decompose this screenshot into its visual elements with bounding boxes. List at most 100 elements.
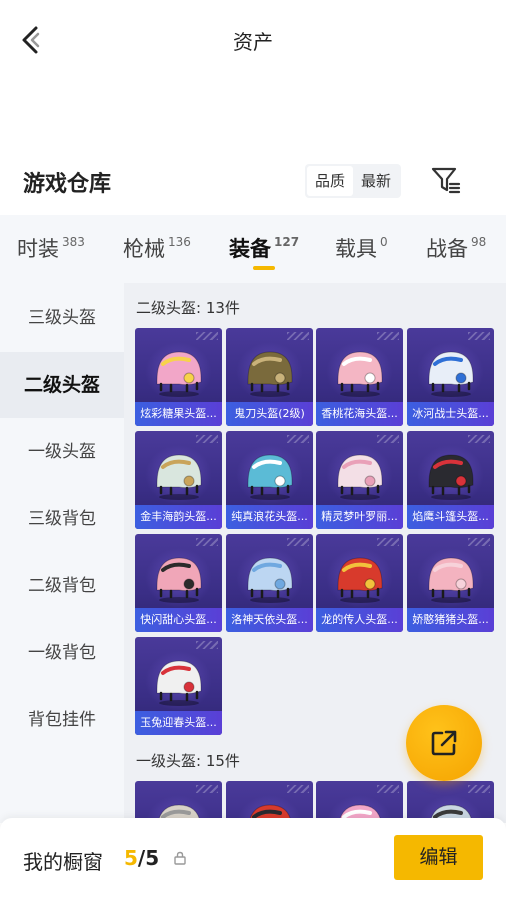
card-stripe bbox=[196, 332, 218, 340]
tab-label: 载具 bbox=[335, 237, 377, 261]
helmet-card[interactable]: 洛神天依头盔... bbox=[226, 534, 313, 632]
helmet-card[interactable] bbox=[407, 781, 494, 823]
helmet-icon bbox=[156, 557, 202, 603]
helmet-card[interactable]: 炫彩糖果头盔... bbox=[135, 328, 222, 426]
helmet-icon bbox=[156, 351, 202, 397]
card-stripe bbox=[377, 785, 399, 793]
helmet-card[interactable]: 焰鹰斗篷头盔... bbox=[407, 431, 494, 529]
helmet-name: 纯真浪花头盔... bbox=[226, 505, 313, 529]
lock-icon bbox=[174, 851, 186, 865]
helmet-icon bbox=[247, 557, 293, 603]
card-stripe bbox=[377, 332, 399, 340]
tab-count: 136 bbox=[168, 235, 191, 249]
helmet-icon bbox=[337, 351, 383, 397]
tab-count: 127 bbox=[274, 235, 300, 249]
sort-newest-button[interactable]: 最新 bbox=[353, 166, 399, 196]
card-stripe bbox=[468, 785, 490, 793]
helmet-card[interactable] bbox=[226, 781, 313, 823]
card-stripe bbox=[468, 435, 490, 443]
tab-equipment[interactable]: 装备 127 bbox=[229, 233, 299, 263]
helmet-icon bbox=[156, 660, 202, 706]
warehouse-title: 游戏仓库 bbox=[23, 172, 112, 197]
sort-quality-button[interactable]: 品质 bbox=[307, 166, 354, 196]
showcase-current: 5 bbox=[124, 846, 138, 870]
filter-button[interactable] bbox=[430, 164, 462, 196]
helmet-icon bbox=[428, 454, 474, 500]
helmet-card[interactable]: 精灵梦叶罗丽... bbox=[316, 431, 403, 529]
card-stripe bbox=[377, 435, 399, 443]
tab-count: 0 bbox=[380, 235, 388, 249]
showcase-label: 我的橱窗 bbox=[23, 850, 103, 874]
helmet-icon bbox=[247, 454, 293, 500]
tab-label: 枪械 bbox=[123, 237, 165, 261]
top-bar: 资产 bbox=[0, 0, 506, 80]
tab-count: 383 bbox=[62, 235, 85, 249]
page: 资产 游戏仓库 品质 最新 时装 383 枪械 136 装备 127 载具 0 战备 98… bbox=[0, 0, 506, 897]
tab-vehicles[interactable]: 载具 0 bbox=[335, 233, 388, 263]
helmet-name: 快闪甜心头盔... bbox=[135, 608, 222, 632]
helmet-name: 娇憨猪猪头盔... bbox=[407, 608, 494, 632]
helmet-card[interactable] bbox=[135, 781, 222, 823]
helmet-icon bbox=[337, 557, 383, 603]
helmet-name: 香桃花海头盔... bbox=[316, 402, 403, 426]
share-button[interactable] bbox=[406, 705, 482, 781]
tab-label: 装备 bbox=[229, 237, 271, 261]
tab-label: 时装 bbox=[17, 237, 59, 261]
card-stripe bbox=[287, 785, 309, 793]
helmet-name: 鬼刀头盔(2级) bbox=[226, 402, 313, 426]
helmet-icon bbox=[428, 351, 474, 397]
helmet-name: 玉兔迎春头盔... bbox=[135, 711, 222, 735]
sidebar-item-backpack-pendant[interactable]: 背包挂件 bbox=[0, 687, 124, 753]
helmet-name: 炫彩糖果头盔... bbox=[135, 402, 222, 426]
sidebar: 三级头盔 二级头盔 一级头盔 三级背包 二级背包 一级背包 背包挂件 bbox=[0, 283, 124, 823]
section-title: 一级头盔: 15件 bbox=[136, 752, 240, 770]
sort-toggle: 品质 最新 bbox=[305, 164, 402, 198]
helmet-card[interactable]: 纯真浪花头盔... bbox=[226, 431, 313, 529]
sidebar-item-level3-helmet[interactable]: 三级头盔 bbox=[0, 285, 124, 351]
helmet-name: 焰鹰斗篷头盔... bbox=[407, 505, 494, 529]
tab-weapons[interactable]: 枪械 136 bbox=[123, 233, 191, 263]
helmet-card[interactable] bbox=[316, 781, 403, 823]
card-stripe bbox=[196, 641, 218, 649]
card-stripe bbox=[196, 538, 218, 546]
helmet-name: 龙的传人头盔... bbox=[316, 608, 403, 632]
showcase-count: 5/5 bbox=[124, 846, 159, 870]
helmet-icon bbox=[247, 351, 293, 397]
sidebar-item-level3-backpack[interactable]: 三级背包 bbox=[0, 486, 124, 552]
card-stripe bbox=[287, 538, 309, 546]
helmet-card[interactable]: 快闪甜心头盔... bbox=[135, 534, 222, 632]
helmet-card[interactable]: 金丰海韵头盔... bbox=[135, 431, 222, 529]
helmet-card[interactable]: 娇憨猪猪头盔... bbox=[407, 534, 494, 632]
sidebar-item-level1-backpack[interactable]: 一级背包 bbox=[0, 620, 124, 686]
filter-icon bbox=[431, 167, 461, 194]
sidebar-item-level1-helmet[interactable]: 一级头盔 bbox=[0, 419, 124, 485]
card-stripe bbox=[377, 538, 399, 546]
showcase-total: /5 bbox=[137, 846, 160, 870]
helmet-icon bbox=[156, 454, 202, 500]
helmet-card[interactable]: 鬼刀头盔(2级) bbox=[226, 328, 313, 426]
tab-fashion[interactable]: 时装 383 bbox=[17, 233, 85, 263]
card-stripe bbox=[196, 435, 218, 443]
tab-supplies[interactable]: 战备 98 bbox=[426, 233, 486, 263]
category-tabs: 时装 383 枪械 136 装备 127 载具 0 战备 98 bbox=[0, 215, 506, 283]
helmet-card[interactable]: 玉兔迎春头盔... bbox=[135, 637, 222, 735]
section-title: 二级头盔: 13件 bbox=[136, 299, 240, 317]
sidebar-item-level2-backpack[interactable]: 二级背包 bbox=[0, 553, 124, 619]
helmet-name: 洛神天依头盔... bbox=[226, 608, 313, 632]
edit-button[interactable]: 编辑 bbox=[394, 835, 483, 880]
sidebar-item-level2-helmet[interactable]: 二级头盔 bbox=[0, 352, 124, 418]
tab-label: 战备 bbox=[426, 237, 468, 261]
helmet-name: 精灵梦叶罗丽... bbox=[316, 505, 403, 529]
active-tab-indicator bbox=[253, 266, 275, 270]
card-stripe bbox=[468, 538, 490, 546]
bottom-bar: 我的橱窗 5/5 编辑 bbox=[0, 818, 506, 897]
helmet-name: 金丰海韵头盔... bbox=[135, 505, 222, 529]
helmet-name: 冰河战士头盔... bbox=[407, 402, 494, 426]
helmet-icon bbox=[428, 557, 474, 603]
helmet-card[interactable]: 香桃花海头盔... bbox=[316, 328, 403, 426]
helmet-card[interactable]: 龙的传人头盔... bbox=[316, 534, 403, 632]
helmet-icon bbox=[337, 454, 383, 500]
card-stripe bbox=[287, 435, 309, 443]
helmet-card[interactable]: 冰河战士头盔... bbox=[407, 328, 494, 426]
tab-count: 98 bbox=[471, 235, 487, 249]
